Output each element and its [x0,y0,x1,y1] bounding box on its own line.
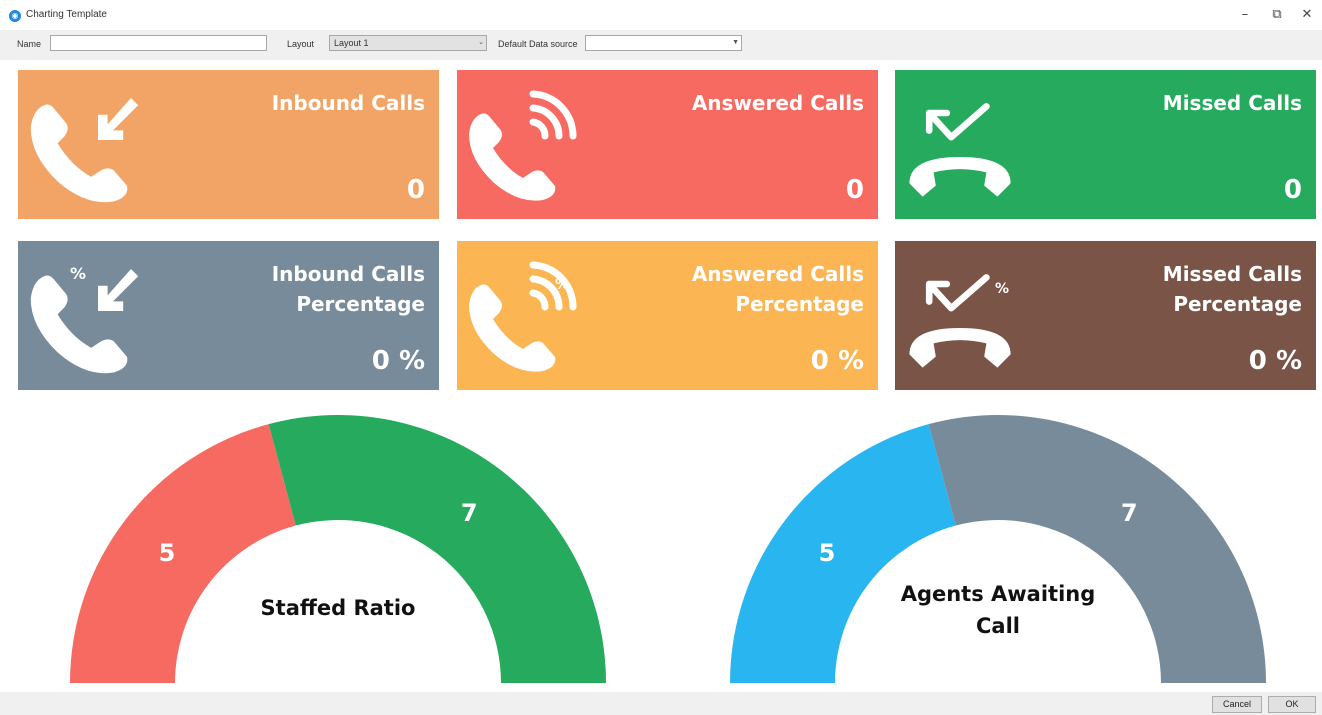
card-title: Answered Calls [691,91,864,115]
gauge-segment-value: 5 [159,539,176,567]
card-title: Missed Calls Percentage [1162,262,1302,316]
title-bar: ◉ Charting Template – ⧉ ✕ [0,0,1322,30]
svg-text:%: % [70,264,86,283]
layout-label: Layout [287,39,315,49]
answered-call-icon [469,82,583,201]
missed-call-percentage-icon: % [901,253,1021,378]
inbound-call-icon [30,98,139,203]
gauge-segment-0 [70,424,296,683]
card-title: Inbound Calls [271,91,425,115]
svg-text:%: % [555,277,569,293]
card-answered-calls-percentage[interactable]: % Answered Calls Percentage 0 % [457,241,878,390]
gauge-segment-0 [730,424,956,683]
restore-button[interactable]: ⧉ [1264,5,1290,25]
gauge-segment-value: 5 [819,539,836,567]
agents-awaiting-call-label: Agents Awaiting Call [900,582,1096,638]
card-inbound-calls[interactable]: Inbound Calls 0 [18,70,439,219]
minimize-button[interactable]: – [1232,5,1258,25]
dropdown-arrow-icon: ▼ [732,39,739,46]
card-value: 0 % [810,346,864,376]
close-button[interactable]: ✕ [1294,5,1320,25]
staffed-ratio-gauge: 57 [70,415,606,683]
gauge-segment-value: 7 [461,499,478,527]
card-value: 0 [1283,175,1302,205]
card-answered-calls[interactable]: Answered Calls 0 [457,70,878,219]
agents-awaiting-call-gauge: 57 [730,415,1266,683]
name-label: Name [17,39,42,49]
chevron-down-icon: ⌄ [478,39,484,46]
card-missed-calls[interactable]: Missed Calls 0 [895,70,1316,219]
settings-toolbar: Name Layout Layout 1 ⌄ Default Data sour… [0,30,1322,60]
card-value: 0 [845,175,864,205]
app-icon: ◉ [9,10,21,22]
gauge-segment-1 [268,415,606,683]
gauge-segment-value: 7 [1121,499,1138,527]
card-inbound-calls-percentage[interactable]: % Inbound Calls Percentage 0 % [18,241,439,390]
answered-call-percentage-icon: % [469,253,583,372]
gauge-segment-1 [928,415,1266,683]
card-title: Inbound Calls Percentage [271,262,425,316]
card-value: 0 [406,175,425,205]
missed-call-icon [901,82,1021,207]
card-title: Missed Calls [1162,91,1302,115]
datasource-label: Default Data source [498,39,578,49]
card-missed-calls-percentage[interactable]: % Missed Calls Percentage 0 % [895,241,1316,390]
name-input[interactable] [50,35,267,51]
staffed-ratio-label: Staffed Ratio [260,596,416,620]
inbound-call-percentage-icon: % [30,264,139,374]
dialog-footer: Cancel OK [0,692,1322,715]
layout-select[interactable]: Layout 1 ⌄ [329,35,487,51]
card-title: Answered Calls Percentage [691,262,864,316]
card-value: 0 % [1248,346,1302,376]
datasource-select[interactable]: ▼ [585,35,742,51]
ok-button[interactable]: OK [1268,696,1316,713]
cancel-button[interactable]: Cancel [1212,696,1262,713]
window-title: Charting Template [26,9,107,20]
svg-text:%: % [995,281,1009,297]
card-value: 0 % [371,346,425,376]
layout-select-value: Layout 1 [334,38,369,48]
